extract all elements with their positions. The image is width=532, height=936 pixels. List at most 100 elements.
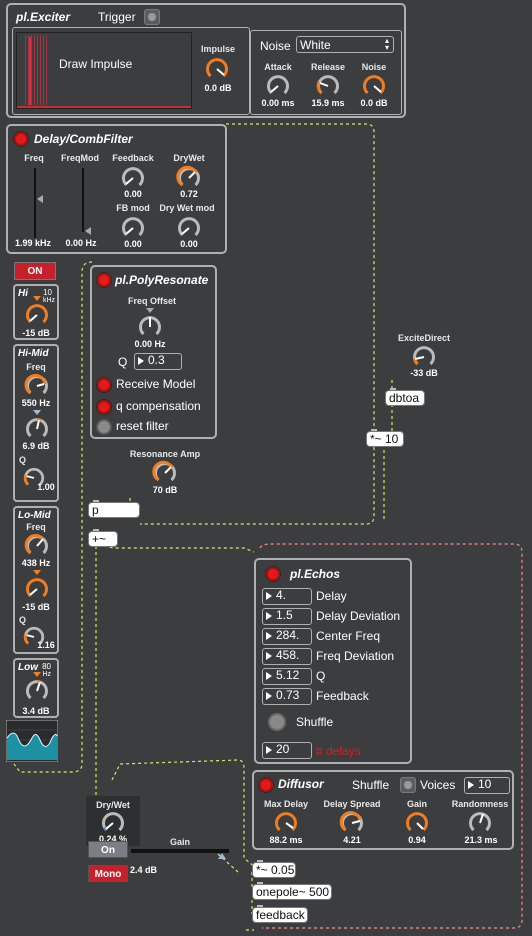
eq-himid-gain-dial[interactable]	[24, 416, 50, 442]
diffusor-enable-led[interactable]	[258, 777, 274, 793]
diffusor-panel: Diffusor Shuffle Voices 10 Max Delay 88.…	[252, 770, 514, 850]
noise-level-dial[interactable]	[361, 73, 387, 99]
spread-value: 4.21	[343, 835, 361, 845]
echos-enable-led[interactable]	[265, 566, 281, 582]
spread-label: Delay Spread	[323, 799, 381, 809]
mono-button[interactable]: Mono	[88, 865, 128, 882]
echo-param-number[interactable]: 0.73	[262, 688, 312, 705]
eq-low-panel: Low 80 Hz 3.4 dB	[13, 658, 59, 718]
spread-dial[interactable]	[339, 810, 365, 836]
times10-object[interactable]: *~ 10	[366, 429, 404, 447]
resamp-value: 70 dB	[152, 485, 178, 495]
p-object[interactable]: p	[88, 500, 140, 518]
q-label: Q	[118, 355, 128, 369]
echos-shuffle-toggle[interactable]	[268, 713, 286, 731]
impulse-draw-canvas[interactable]: Draw Impulse	[16, 32, 192, 109]
freqmod-value: 0.00 Hz	[65, 238, 97, 248]
delay-count-number[interactable]: 20	[262, 742, 312, 759]
drywet-value: 0.72	[180, 189, 198, 199]
diffusor-title: Diffusor	[278, 777, 324, 791]
echo-param-label: Feedback	[316, 689, 369, 703]
fbmod-label: FB mod	[116, 203, 150, 213]
receive-model-led[interactable]	[96, 377, 112, 393]
resamp-dial[interactable]	[152, 460, 178, 486]
freq-slider[interactable]	[34, 168, 36, 238]
voices-label: Voices	[420, 778, 456, 792]
noise-type-value: White	[300, 38, 331, 52]
qcomp-led[interactable]	[96, 399, 112, 415]
echo-param-number[interactable]: 284.	[262, 628, 312, 645]
attack-dial[interactable]	[265, 73, 291, 99]
plus-object[interactable]: +~	[88, 529, 118, 547]
randomness-label: Randomness	[451, 799, 509, 809]
onepole-object[interactable]: onepole~ 500	[252, 882, 332, 900]
output-drywet-dial[interactable]	[100, 810, 126, 836]
freq-value: 1.99 kHz	[14, 238, 52, 248]
draw-impulse-label: Draw Impulse	[59, 57, 133, 71]
output-drywet-label: Dry/Wet	[96, 800, 130, 810]
output-gain-handle	[218, 853, 226, 859]
eq-low-dial[interactable]	[24, 678, 50, 704]
voices-number[interactable]: 10	[464, 777, 510, 794]
delay-enable-led[interactable]	[13, 131, 29, 147]
eq-lomid-gain-dial[interactable]	[24, 576, 50, 602]
output-gain-slider[interactable]	[131, 849, 229, 853]
eq-on-button[interactable]: ON	[14, 262, 56, 280]
dbtoa-object[interactable]: dbtoa	[385, 388, 425, 406]
poly-enable-led[interactable]	[96, 272, 112, 288]
feedback-dial[interactable]	[120, 165, 146, 191]
release-dial[interactable]	[315, 73, 341, 99]
freqmod-slider[interactable]	[82, 168, 84, 232]
echo-param-number[interactable]: 5.12	[262, 668, 312, 685]
eq-hi-dial[interactable]	[24, 302, 50, 328]
eq-low-value: 3.4 dB	[22, 706, 50, 716]
fbmod-dial[interactable]	[120, 215, 146, 241]
echo-param-number[interactable]: 4.	[262, 588, 312, 605]
exciter-panel: pl.Exciter Trigger Draw Impulse Impulse …	[6, 3, 406, 118]
output-gain-label: Gain	[169, 837, 190, 847]
drywetmod-dial[interactable]	[176, 215, 202, 241]
eq-hi-value: -15 dB	[22, 328, 50, 338]
eq-lomid-freq-dial[interactable]	[24, 533, 50, 559]
excitedirect-dial[interactable]	[411, 344, 437, 370]
drywet-dial[interactable]	[176, 165, 202, 191]
trigger-toggle[interactable]	[144, 9, 160, 25]
maxdelay-dial[interactable]	[273, 810, 299, 836]
diffusor-shuffle-toggle[interactable]	[400, 777, 416, 793]
eq-lomid-q-value: 1.16	[37, 640, 55, 650]
feedback-label: Feedback	[112, 153, 154, 163]
randomness-dial[interactable]	[467, 810, 493, 836]
eq-spectrum-display[interactable]	[6, 720, 58, 762]
eq-lomid-panel: Lo-Mid Freq 438 Hz -15 dB Q 1.16	[13, 506, 59, 654]
eq-himid-freq-dial[interactable]	[24, 373, 50, 399]
echo-param-number[interactable]: 458.	[262, 648, 312, 665]
eq-himid-gain-value: 6.9 dB	[22, 441, 50, 451]
feedback-object[interactable]: feedback	[252, 905, 308, 923]
diffusor-gain-dial[interactable]	[404, 810, 430, 836]
noise-type-select[interactable]: White ▴ ▾	[296, 36, 394, 53]
release-label: Release	[310, 62, 346, 72]
echo-param-value: 0.73	[276, 688, 300, 702]
reset-filter-button[interactable]	[96, 419, 112, 435]
polyresonate-panel: pl.PolyResonate Freq Offset 0.00 Hz Q 0.…	[90, 265, 217, 439]
attack-label: Attack	[264, 62, 292, 72]
eq-lomid-q-label: Q	[19, 615, 27, 625]
freq-label: Freq	[24, 153, 44, 163]
echo-param-value: 1.5	[276, 608, 293, 622]
q-number[interactable]: 0.3	[134, 353, 182, 370]
echo-param-number[interactable]: 1.5	[262, 608, 312, 625]
eq-low-marker	[33, 672, 41, 677]
eq-hi-title: Hi	[18, 288, 28, 299]
freqoffset-dial[interactable]	[137, 314, 163, 340]
impulse-dial[interactable]	[204, 56, 230, 82]
drywet-label: DryWet	[173, 153, 205, 163]
delay-panel: Delay/CombFilter Freq 1.99 kHz FreqMod 0…	[6, 124, 227, 254]
poly-title: pl.PolyResonate	[115, 273, 209, 287]
excitedirect-value: -33 dB	[410, 368, 438, 378]
eq-himid-panel: Hi-Mid Freq 550 Hz 6.9 dB Q 1.00	[13, 344, 59, 502]
times005-object[interactable]: *~ 0.05	[252, 860, 296, 878]
echos-panel: pl.Echos 4. Delay 1.5 Delay Deviation 284. Ce…	[254, 558, 412, 764]
eq-lomid-freq-label: Freq	[26, 522, 46, 532]
echo-param-label: Freq Deviation	[316, 649, 395, 663]
output-on-button[interactable]: On	[88, 841, 128, 858]
